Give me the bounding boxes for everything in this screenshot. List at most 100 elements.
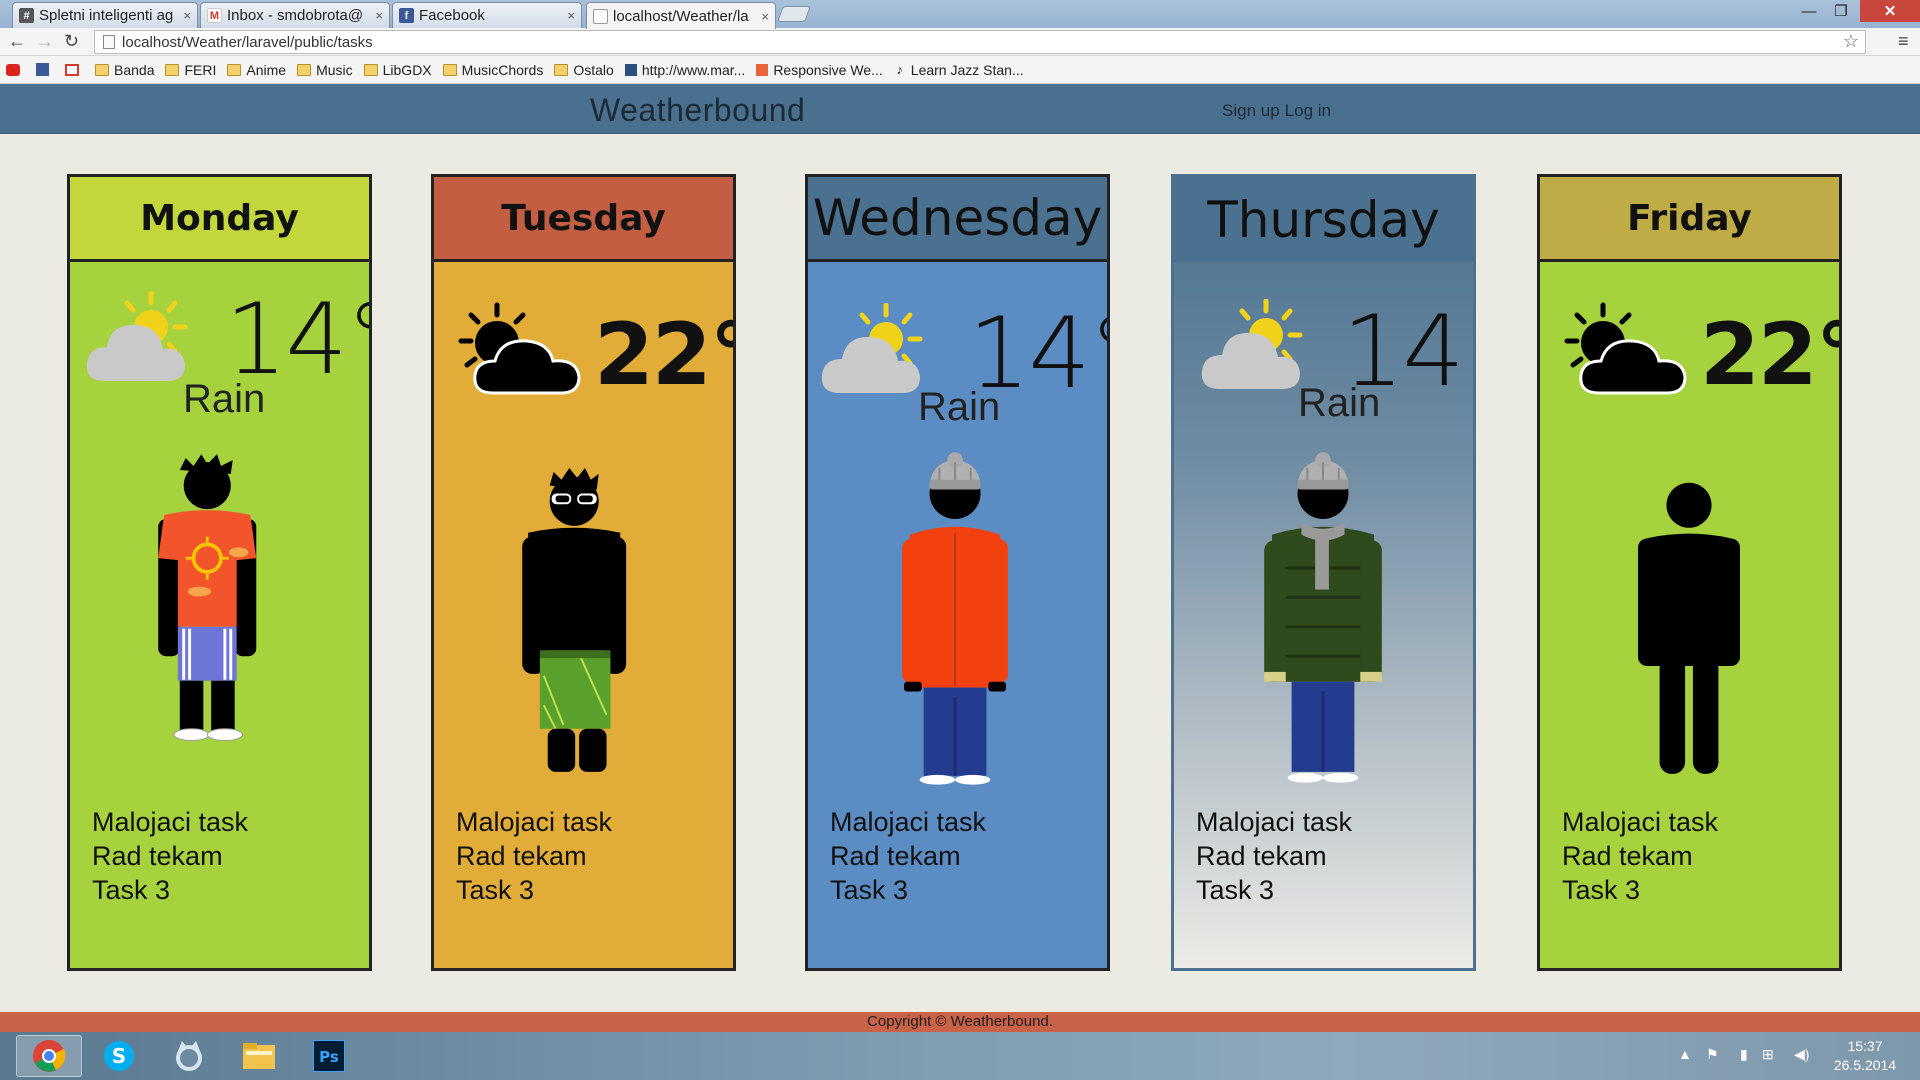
show-hidden-icons-icon[interactable]: ▲ [1678, 1046, 1692, 1062]
task-item[interactable]: Task 3 [1562, 873, 1718, 907]
skype-taskbar-button[interactable]: S [86, 1035, 152, 1077]
folder-icon [363, 63, 378, 76]
task-item[interactable]: Rad tekam [92, 839, 248, 873]
address-bar[interactable]: localhost/Weather/laravel/public/tasks ☆ [94, 30, 1866, 54]
folder-icon [297, 63, 312, 76]
tab-title: Facebook [419, 7, 485, 24]
task-item[interactable]: Malojaci task [1562, 805, 1718, 839]
bookmark-folder[interactable]: Anime [227, 62, 286, 78]
day-name: Tuesday [501, 197, 666, 239]
sun-black-cloud-icon [1562, 301, 1690, 397]
day-name: Friday [1627, 197, 1752, 239]
figure-tshirt-shorts-icon [158, 454, 257, 742]
day-name: Wednesday [812, 189, 1103, 247]
tab-facebook[interactable]: f Facebook × [392, 2, 582, 28]
bookmark-folder[interactable]: MusicChords [442, 62, 543, 78]
folder-icon [442, 63, 457, 76]
back-icon[interactable]: ← [8, 31, 26, 52]
close-icon[interactable]: × [567, 8, 575, 23]
bookmark-label: Learn Jazz Stan... [910, 61, 1024, 78]
close-icon[interactable]: × [761, 9, 769, 24]
day-card-wednesday[interactable]: Wednesday 14° Rain Malojaci task Rad tek… [805, 174, 1110, 971]
bookmark-label: FERI [184, 61, 217, 78]
task-item[interactable]: Malojaci task [92, 805, 248, 839]
bookmark-folder[interactable]: LibGDX [363, 62, 432, 78]
signup-link[interactable]: Sign up [1222, 101, 1280, 120]
task-item[interactable]: Rad tekam [1196, 839, 1352, 873]
close-icon[interactable]: × [375, 8, 383, 23]
task-item[interactable]: Malojaci task [830, 805, 986, 839]
day-card-thursday[interactable]: Thursday 14° Rain Malojaci task Rad teka… [1171, 174, 1476, 971]
sun-cloud-icon [1196, 299, 1306, 393]
hash-icon: # [19, 8, 34, 23]
reload-icon[interactable]: ↻ [64, 31, 79, 52]
tab-inbox[interactable]: M Inbox - smdobrota@ × [200, 2, 390, 28]
day-card-friday[interactable]: Friday 22° Malojaci task Rad tekam Task … [1537, 174, 1842, 971]
minimize-button[interactable]: — [1794, 0, 1824, 22]
weather-block: 14° Rain [1174, 277, 1473, 427]
brand-title[interactable]: Weatherbound [590, 92, 805, 129]
volume-icon[interactable]: ◀) [1794, 1046, 1809, 1063]
g-icon [624, 63, 637, 76]
bookmark-folder[interactable]: Ostalo [554, 61, 614, 78]
battery-icon[interactable]: ▮ [1740, 1046, 1748, 1063]
condition: Rain [918, 385, 1001, 429]
bookmark-link[interactable]: Responsive We... [756, 62, 883, 78]
chrome-taskbar-button[interactable] [16, 1035, 82, 1077]
temperature: 22° [594, 305, 736, 405]
day-card-tuesday[interactable]: Tuesday 22° Malojaci task Rad tekam Task… [431, 174, 736, 971]
chrome-icon [33, 1040, 66, 1072]
bookmark-gmail[interactable] [65, 63, 84, 76]
task-list: Malojaci task Rad tekam Task 3 [1196, 805, 1352, 907]
close-window-button[interactable]: ✕ [1860, 0, 1920, 22]
bookmark-facebook[interactable] [36, 63, 54, 76]
bookmark-youtube[interactable] [6, 63, 25, 76]
menu-icon[interactable]: ≡ [1898, 31, 1909, 52]
system-clock[interactable]: 15:37 26.5.2014 [1820, 1037, 1910, 1075]
clock-date: 26.5.2014 [1833, 1057, 1897, 1073]
windows-taskbar: S Ps ▲ ⚑ ▮ ⊞ ◀) 15:37 26.5.2014 [0, 1032, 1920, 1080]
day-name: Thursday [1207, 190, 1440, 249]
bookmark-label: Ostalo [573, 61, 614, 78]
forward-icon[interactable]: → [36, 31, 54, 52]
new-tab-button[interactable] [777, 6, 811, 22]
maximize-button[interactable]: ❐ [1826, 0, 1856, 22]
skype-icon: S [104, 1041, 134, 1071]
task-list: Malojaci task Rad tekam Task 3 [830, 805, 986, 907]
tab-strip: # Spletni inteligenti ag × M Inbox - smd… [0, 0, 1920, 29]
cat-app-taskbar-button[interactable] [156, 1035, 222, 1077]
condition: Rain [183, 377, 266, 421]
folder-icon [227, 63, 242, 76]
tab-spletni[interactable]: # Spletni inteligenti ag × [12, 2, 198, 28]
network-icon[interactable]: ⊞ [1762, 1046, 1774, 1063]
bookmark-folder[interactable]: Banda [95, 62, 154, 78]
task-item[interactable]: Rad tekam [456, 839, 612, 873]
bookmark-folder[interactable]: Music [297, 62, 353, 78]
folder-icon [165, 63, 180, 76]
bookmark-link[interactable]: ♪ Learn Jazz Stan... [894, 62, 1024, 78]
task-item[interactable]: Malojaci task [456, 805, 612, 839]
close-icon[interactable]: × [183, 8, 191, 23]
flag-icon[interactable]: ⚑ [1706, 1046, 1719, 1063]
photoshop-taskbar-button[interactable]: Ps [296, 1035, 362, 1077]
bookmark-folder[interactable]: FERI [165, 62, 216, 78]
login-link[interactable]: Log in [1285, 101, 1331, 120]
task-item[interactable]: Task 3 [830, 873, 986, 907]
facebook-icon [36, 63, 49, 76]
task-item[interactable]: Task 3 [92, 873, 248, 907]
facebook-icon: f [399, 8, 414, 23]
weather-block: 22° [1540, 277, 1839, 427]
bookmark-link[interactable]: http://www.mar... [624, 62, 745, 78]
task-item[interactable]: Rad tekam [830, 839, 986, 873]
file-explorer-taskbar-button[interactable] [226, 1035, 292, 1077]
task-item[interactable]: Rad tekam [1562, 839, 1718, 873]
task-item[interactable]: Task 3 [456, 873, 612, 907]
note-icon: ♪ [896, 61, 904, 77]
task-item[interactable]: Task 3 [1196, 873, 1352, 907]
tab-localhost[interactable]: localhost/Weather/la × [586, 2, 776, 29]
task-item[interactable]: Malojaci task [1196, 805, 1352, 839]
condition: Rain [1298, 381, 1381, 425]
day-card-monday[interactable]: Monday 14° Rain Malojaci task Rad tekam … [67, 174, 372, 971]
sun-cloud-icon [81, 291, 191, 385]
bookmark-star-icon[interactable]: ☆ [1843, 31, 1859, 52]
